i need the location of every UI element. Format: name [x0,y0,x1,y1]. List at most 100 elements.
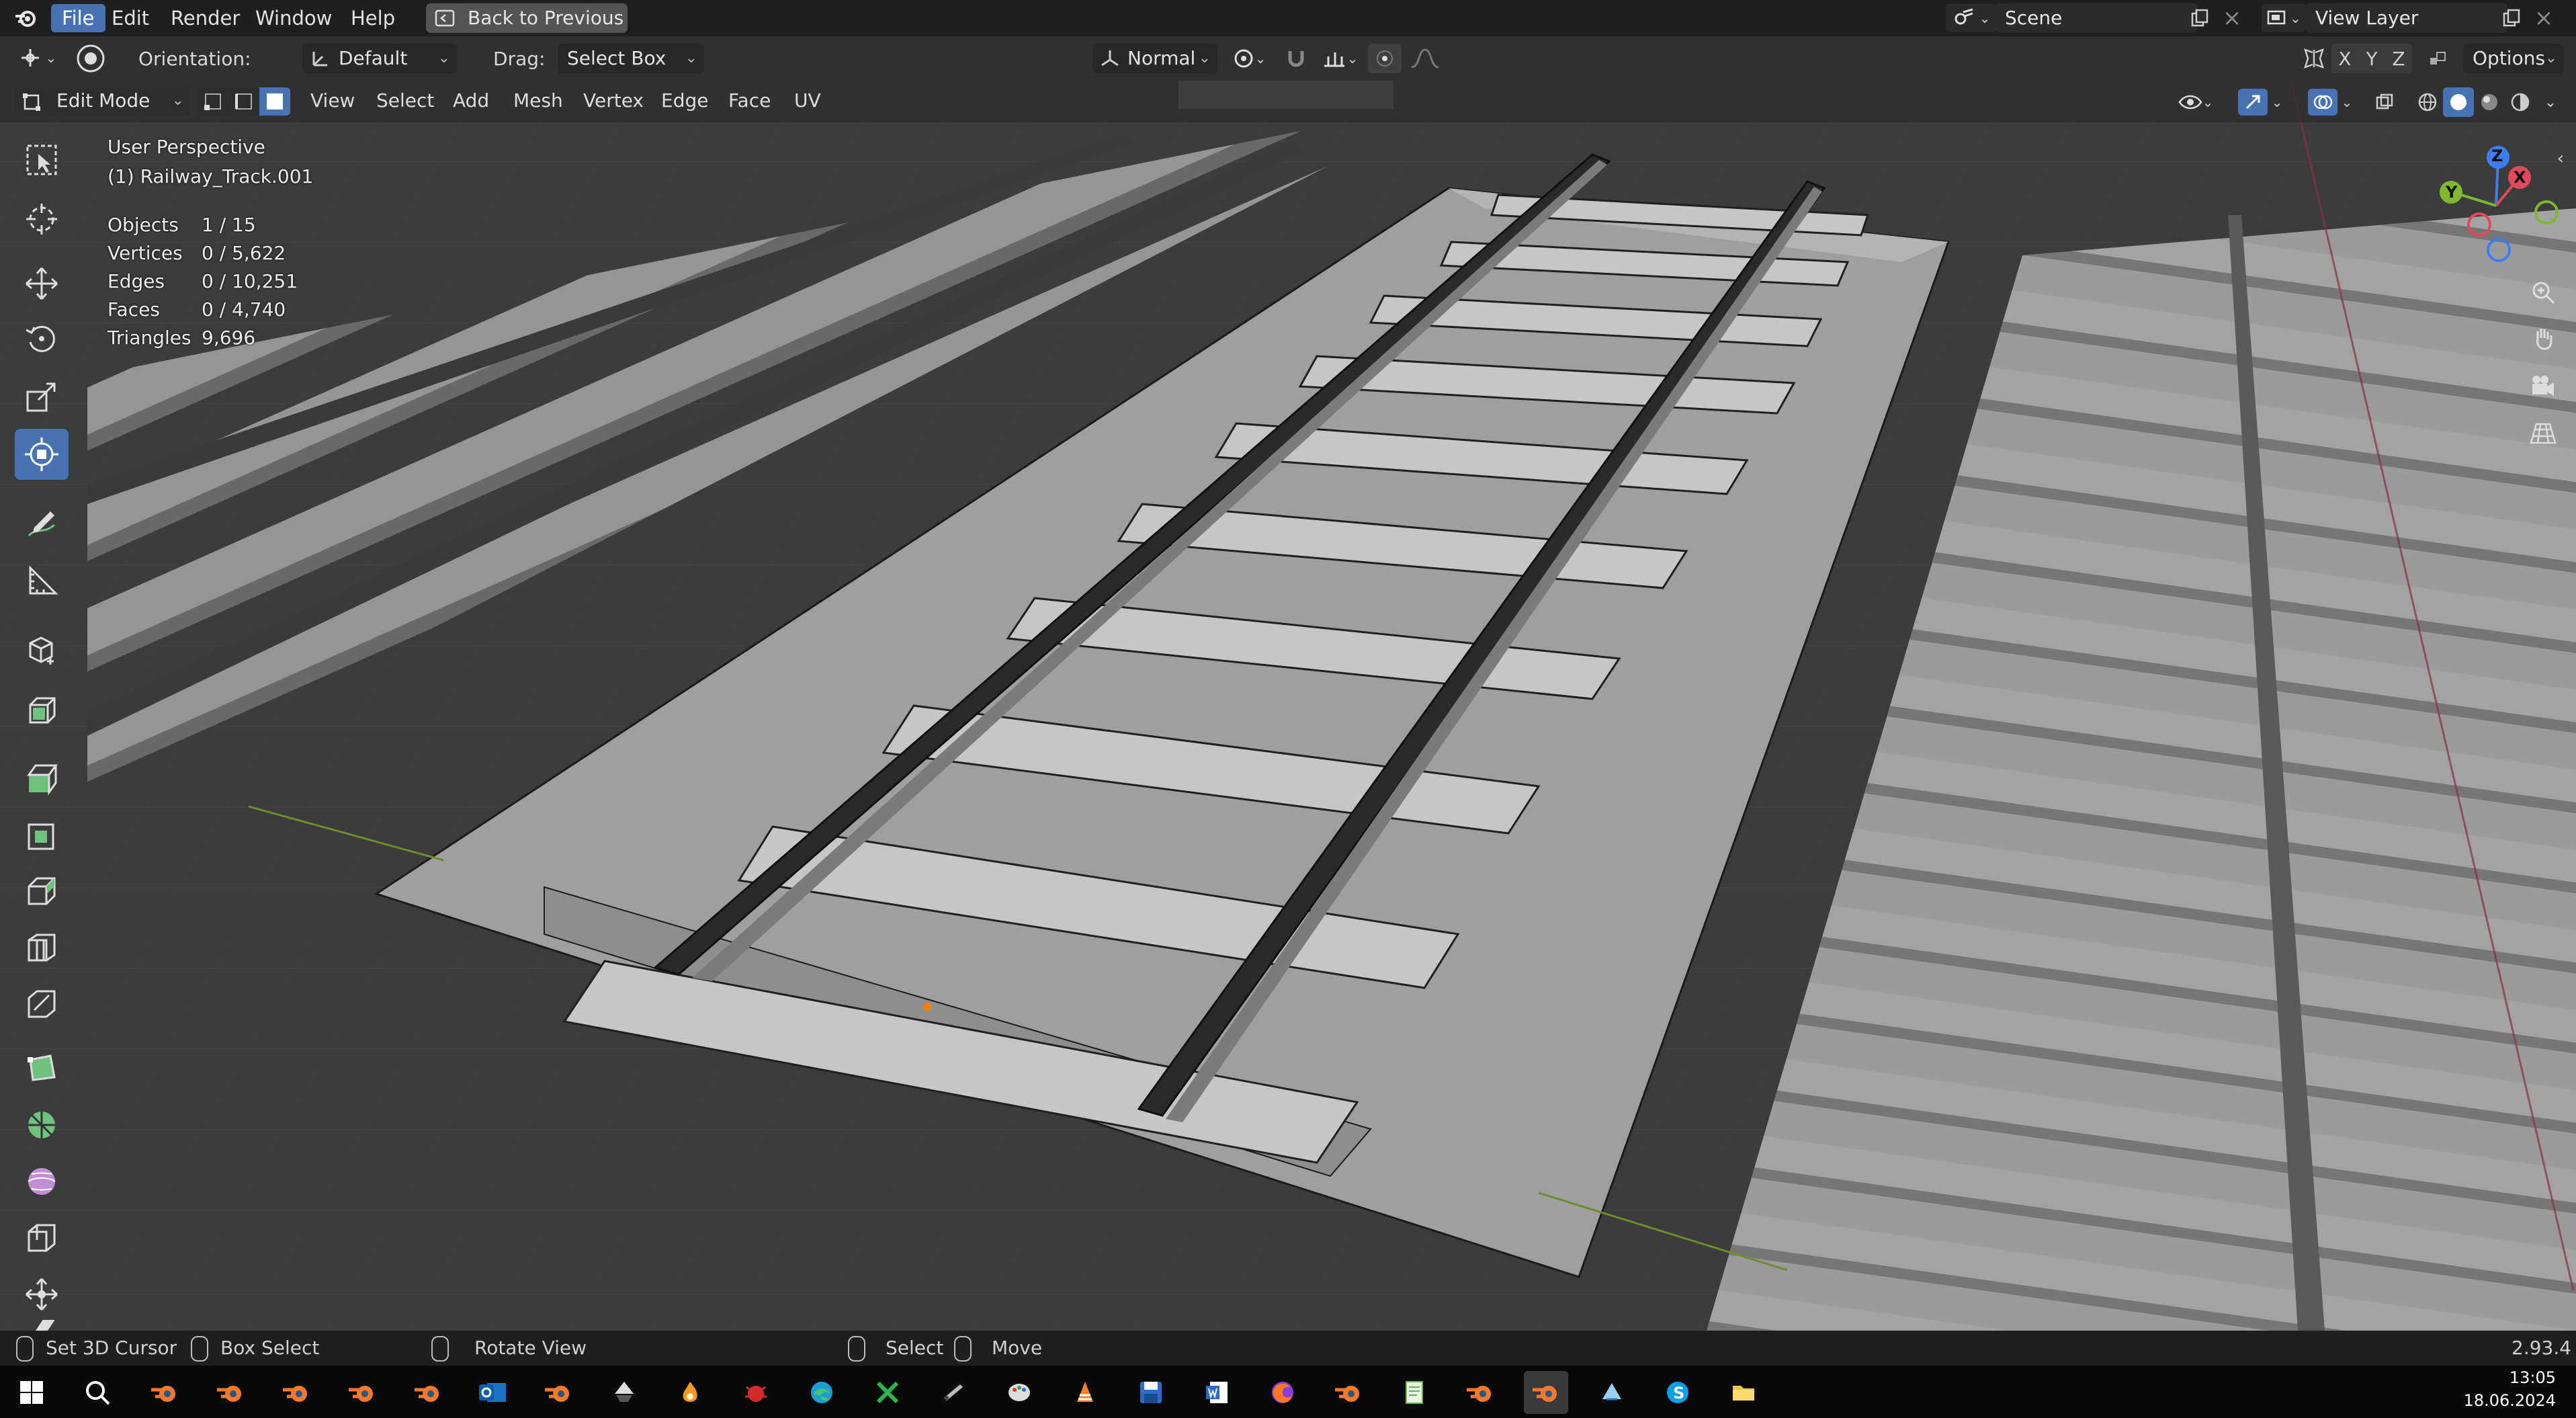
3d-viewport[interactable] [0,81,2576,1331]
rotate-tool-icon[interactable] [15,313,69,364]
drag-dropdown[interactable]: Select Box ⌄ [558,44,704,73]
vlc-icon[interactable] [1063,1371,1107,1414]
blender-taskbar-icon-5[interactable] [406,1371,450,1414]
proportional-editing-icon[interactable] [1368,44,1402,73]
menu-render[interactable]: Render [160,4,251,32]
green-x-app-icon[interactable] [865,1371,910,1414]
options-dropdown[interactable]: Options ⌄ [2463,44,2564,73]
face-select-icon[interactable] [259,87,290,116]
loop-cut-tool-icon[interactable] [15,922,69,973]
flame-app-icon[interactable] [668,1371,712,1414]
spin-tool-icon[interactable] [15,1099,69,1151]
mirror-y-toggle[interactable]: Y [2358,44,2385,73]
outlook-icon[interactable] [470,1371,515,1414]
tool-icon[interactable] [74,42,108,75]
menu-edge[interactable]: Edge [652,86,718,116]
blender-taskbar-icon-3[interactable] [274,1371,318,1414]
auto-merge-icon[interactable] [2423,44,2452,73]
windows-start-icon[interactable] [9,1371,54,1414]
edge-slide-tool-icon[interactable] [15,1212,69,1263]
pen-tablet-icon[interactable] [931,1371,976,1414]
camera-view-icon[interactable] [2524,367,2563,406]
vertex-select-icon[interactable] [198,87,228,116]
view-layer-name-field[interactable]: View Layer [2306,3,2507,33]
mirror-x-toggle[interactable]: X [2331,44,2358,73]
shading-options-chevron-icon[interactable]: ⌄ [2536,87,2565,117]
cursor-tool-icon[interactable] [15,194,69,245]
save-disk-icon[interactable] [1129,1371,1173,1414]
navigation-gizmo[interactable]: Z Y X [2432,138,2560,273]
menu-help[interactable]: Help [340,4,406,32]
firefox-icon[interactable] [1260,1371,1305,1414]
knife-tool-icon[interactable] [15,978,69,1030]
blender-logo-icon[interactable] [7,4,44,32]
orientation-dropdown[interactable]: Default ⌄ [302,44,457,73]
menu-window[interactable]: Window [245,4,343,32]
bevel-tool-icon[interactable] [15,866,69,917]
move-tool-icon[interactable] [15,258,69,309]
scale-tool-icon[interactable] [15,371,69,422]
rendered-shading-icon[interactable] [2505,87,2536,117]
poly-build-tool-icon[interactable] [15,1043,69,1094]
scene-browse-icon[interactable]: ⌄ [1946,4,1997,32]
menu-file[interactable]: File [51,4,105,32]
inkscape-icon[interactable] [602,1371,646,1414]
red-bug-app-icon[interactable] [734,1371,778,1414]
shrink-fatten-tool-icon[interactable] [15,1269,69,1320]
extrude-tool-icon[interactable] [15,753,69,804]
mode-dropdown[interactable]: Edit Mode ⌄ [15,86,191,116]
view-layer-remove-icon[interactable]: × [2529,4,2559,32]
menu-face[interactable]: Face [719,86,780,116]
transform-orientation-dropdown[interactable]: Normal ⌄ [1092,44,1217,73]
word-document-icon[interactable] [1195,1371,1239,1414]
notepad-icon[interactable] [1392,1371,1436,1414]
extrude-region-tool-icon[interactable] [15,684,69,735]
blender-taskbar-icon-7[interactable] [1326,1371,1371,1414]
transform-pivot-icon[interactable]: ⌄ [12,43,63,73]
smooth-tool-icon[interactable] [15,1156,69,1207]
view-layer-browse-icon[interactable]: ⌄ [2262,4,2306,32]
scene-name-field[interactable]: Scene [1995,3,2197,33]
scene-remove-icon[interactable]: × [2217,4,2247,32]
menu-uv[interactable]: UV [785,86,830,116]
menu-mesh[interactable]: Mesh [504,86,572,116]
blender-active-taskbar-icon[interactable] [1524,1371,1568,1414]
material-shading-icon[interactable] [2474,87,2505,117]
menu-select[interactable]: Select [367,86,443,116]
blender-taskbar-icon-8[interactable] [1458,1371,1502,1414]
sidebar-toggle-chevron-icon[interactable]: ‹ [2550,145,2571,172]
pan-hand-icon[interactable] [2524,319,2563,358]
inset-faces-tool-icon[interactable] [15,809,69,860]
snipping-tool-icon[interactable] [1590,1371,1634,1414]
overlays-icon[interactable]: ⌄ [2301,87,2360,117]
blender-taskbar-icon-2[interactable] [208,1371,253,1414]
skype-icon[interactable]: S [1656,1371,1700,1414]
menu-vertex[interactable]: Vertex [574,86,653,116]
edge-browser-icon[interactable] [800,1371,844,1414]
select-box-tool-icon[interactable] [15,134,69,185]
search-icon[interactable] [75,1371,120,1414]
pivot-point-icon[interactable]: ⌄ [1227,44,1271,73]
visibility-eye-icon[interactable]: ⌄ [2170,87,2221,117]
perspective-grid-icon[interactable] [2524,414,2563,453]
snap-magnet-icon[interactable] [1279,44,1313,73]
paint-app-icon[interactable] [997,1371,1041,1414]
add-cube-tool-icon[interactable] [15,624,69,675]
edge-select-icon[interactable] [228,87,259,116]
menu-view[interactable]: View [301,86,364,116]
wireframe-shading-icon[interactable] [2412,87,2443,117]
falloff-curve-icon[interactable] [1402,44,1449,73]
measure-tool-icon[interactable] [15,555,69,606]
mirror-butterfly-icon[interactable] [2299,44,2329,73]
snap-increment-icon[interactable]: ⌄ [1313,44,1367,73]
solid-shading-icon[interactable] [2443,87,2474,117]
zoom-icon[interactable] [2524,273,2563,312]
gizmo-toggle-icon[interactable]: ⌄ [2231,87,2290,117]
blender-taskbar-icon-4[interactable] [340,1371,384,1414]
mirror-z-toggle[interactable]: Z [2385,44,2412,73]
file-explorer-icon[interactable] [1721,1371,1766,1414]
scene-duplicate-icon[interactable] [2185,4,2215,32]
annotate-tool-icon[interactable] [15,497,69,548]
menu-add[interactable]: Add [443,86,499,116]
xray-toggle-icon[interactable] [2369,87,2400,117]
